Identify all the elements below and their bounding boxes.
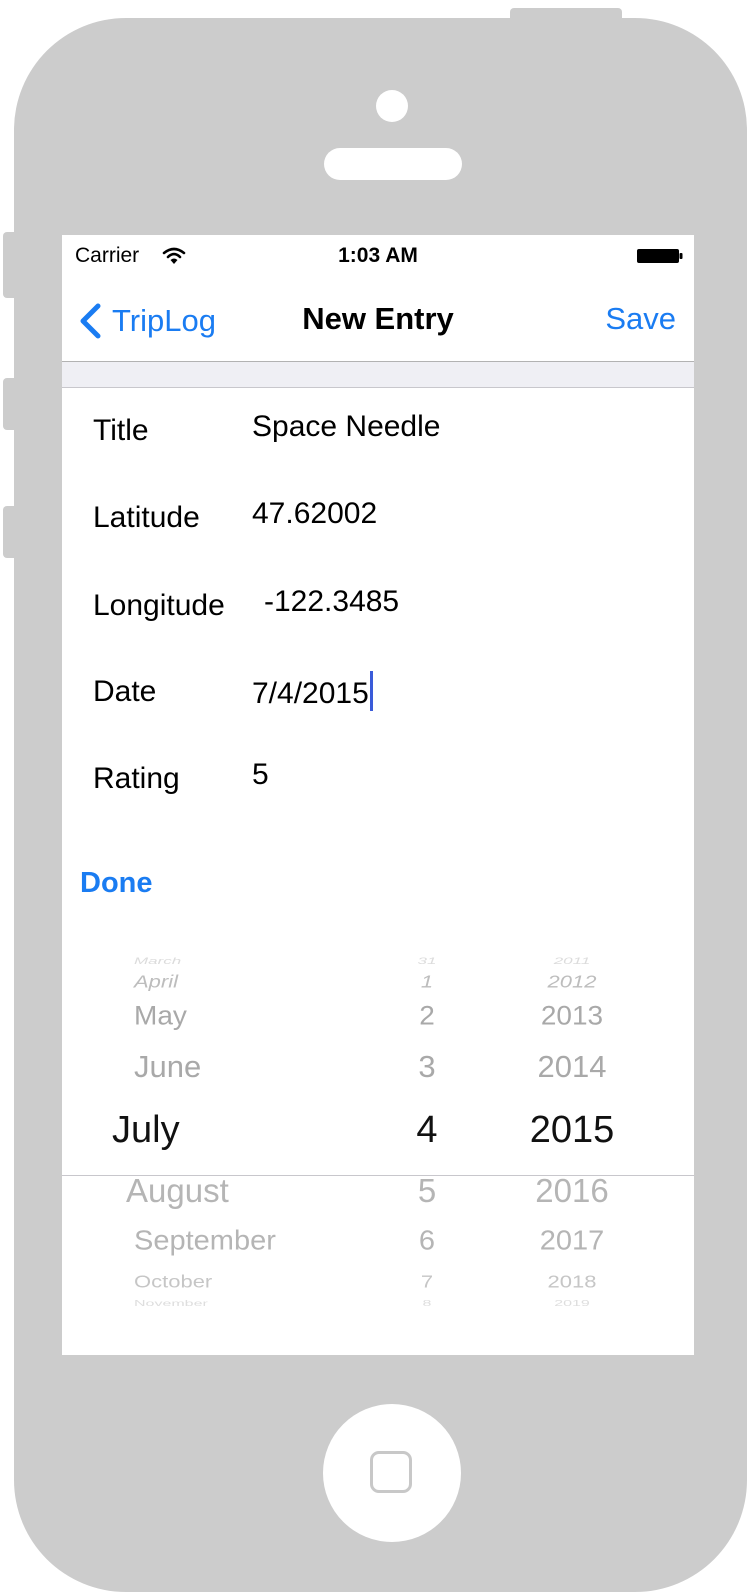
battery-icon <box>637 249 683 263</box>
day-option[interactable]: 5 <box>392 1172 462 1210</box>
status-time: 1:03 AM <box>338 244 418 267</box>
date-input[interactable]: 7/4/2015 <box>252 671 373 711</box>
year-option[interactable]: 2014 <box>510 1049 634 1085</box>
year-option[interactable]: 2019 <box>510 1300 634 1309</box>
date-label: Date <box>93 675 157 708</box>
year-option[interactable]: 2016 <box>510 1172 634 1210</box>
day-option[interactable]: 8 <box>392 1300 462 1309</box>
rating-row: Rating 5 <box>62 758 694 838</box>
latitude-label: Latitude <box>93 501 200 534</box>
year-option[interactable]: 2011 <box>510 956 634 967</box>
year-option[interactable]: 2017 <box>510 1226 634 1257</box>
year-option[interactable]: 2012 <box>510 972 634 993</box>
month-option[interactable]: August <box>126 1172 229 1210</box>
month-option[interactable]: November <box>134 1300 208 1309</box>
year-option[interactable]: 2013 <box>510 1001 634 1031</box>
latitude-row: Latitude 47.62002 <box>62 497 694 577</box>
longitude-row: Longitude -122.3485 <box>62 585 694 665</box>
year-option[interactable]: 2018 <box>510 1272 634 1293</box>
month-option[interactable]: April <box>134 972 178 993</box>
home-square-icon <box>370 1451 412 1493</box>
day-option[interactable]: 1 <box>392 972 462 993</box>
day-option[interactable]: 2 <box>392 1001 462 1031</box>
section-separator <box>62 362 694 388</box>
month-option[interactable]: June <box>134 1049 201 1085</box>
month-option[interactable]: March <box>134 956 181 967</box>
title-label: Title <box>93 414 149 447</box>
day-option-selected[interactable]: 4 <box>392 1109 462 1152</box>
day-option[interactable]: 3 <box>392 1049 462 1085</box>
home-button[interactable] <box>323 1404 461 1542</box>
day-option[interactable]: 6 <box>392 1226 462 1257</box>
screen: Carrier 1:03 AM TripLog New Entry Save T… <box>62 235 694 1355</box>
latitude-input[interactable]: 47.62002 <box>252 497 377 531</box>
date-row: Date 7/4/2015 <box>62 671 694 751</box>
mute-switch <box>3 232 25 298</box>
status-bar: Carrier 1:03 AM <box>62 235 694 277</box>
rating-input[interactable]: 5 <box>252 758 269 792</box>
volume-up-button <box>3 378 25 430</box>
day-option[interactable]: 31 <box>392 956 462 967</box>
navigation-bar: TripLog New Entry Save <box>62 277 694 362</box>
longitude-label: Longitude <box>93 589 225 622</box>
camera-icon <box>376 90 408 122</box>
page-title: New Entry <box>302 301 454 336</box>
month-option[interactable]: October <box>134 1272 212 1293</box>
month-option[interactable]: September <box>134 1226 276 1257</box>
day-option[interactable]: 7 <box>392 1272 462 1293</box>
month-option[interactable]: May <box>134 1001 187 1031</box>
save-button[interactable]: Save <box>605 301 676 337</box>
date-value: 7/4/2015 <box>252 677 369 710</box>
year-option-selected[interactable]: 2015 <box>510 1109 634 1152</box>
longitude-input[interactable]: -122.3485 <box>264 585 399 619</box>
title-row: Title Space Needle <box>62 410 694 490</box>
month-option-selected[interactable]: July <box>112 1109 180 1152</box>
rating-label: Rating <box>93 762 180 795</box>
speaker-grille <box>324 148 462 180</box>
volume-down-button <box>3 506 25 558</box>
text-cursor <box>369 671 373 711</box>
done-button[interactable]: Done <box>80 867 153 900</box>
title-input[interactable]: Space Needle <box>252 410 440 444</box>
date-picker[interactable]: March April May June July August September Octo… <box>62 956 694 1317</box>
